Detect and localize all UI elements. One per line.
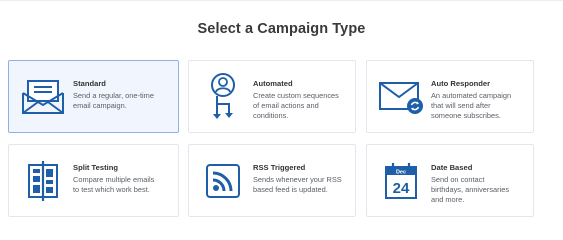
- rss-icon: [189, 145, 257, 216]
- envelope-icon: [9, 61, 77, 132]
- campaign-type-name: Split Testing: [73, 163, 118, 172]
- campaign-type-name: RSS Triggered: [253, 163, 306, 172]
- campaign-type-description: Send on contact birthdays, anniversaries…: [431, 175, 510, 204]
- page-title: Select a Campaign Type: [197, 21, 366, 37]
- campaign-type-name: Standard: [73, 79, 106, 88]
- campaign-type-name: Date Based: [431, 163, 473, 172]
- top-divider: [0, 0, 563, 1]
- calendar-month: Dec: [396, 169, 406, 175]
- campaign-type-automated[interactable]: Automated Create custom sequences of ema…: [188, 60, 356, 133]
- campaign-type-description: Create custom sequences of email actions…: [253, 91, 339, 120]
- campaign-type-auto-responder[interactable]: Auto Responder An automated campaign tha…: [366, 60, 534, 133]
- campaign-type-name: Automated: [253, 79, 293, 88]
- campaign-type-description: Compare multiple emails to test which wo…: [73, 175, 155, 194]
- envelope-refresh-icon: [367, 61, 435, 132]
- campaign-type-description: Send a regular, one-time email campaign.: [73, 91, 154, 110]
- campaign-type-description: Sends whenever your RSS based feed is up…: [253, 175, 342, 194]
- campaign-type-standard[interactable]: Standard Send a regular, one-time email …: [8, 60, 179, 133]
- campaign-type-rss-triggered[interactable]: RSS Triggered Sends whenever your RSS ba…: [188, 144, 356, 217]
- campaign-type-description: An automated campaign that will send aft…: [431, 91, 512, 120]
- calendar-icon: Dec 24: [367, 145, 435, 216]
- campaign-type-date-based[interactable]: Dec 24 Date Based Send on contact birthd…: [366, 144, 534, 217]
- campaign-type-split-testing[interactable]: Split Testing Compare multiple emails to…: [8, 144, 179, 217]
- campaign-type-name: Auto Responder: [431, 79, 491, 88]
- calendar-day: 24: [393, 180, 410, 197]
- split-layout-icon: [9, 145, 77, 216]
- workflow-person-icon: [189, 61, 257, 132]
